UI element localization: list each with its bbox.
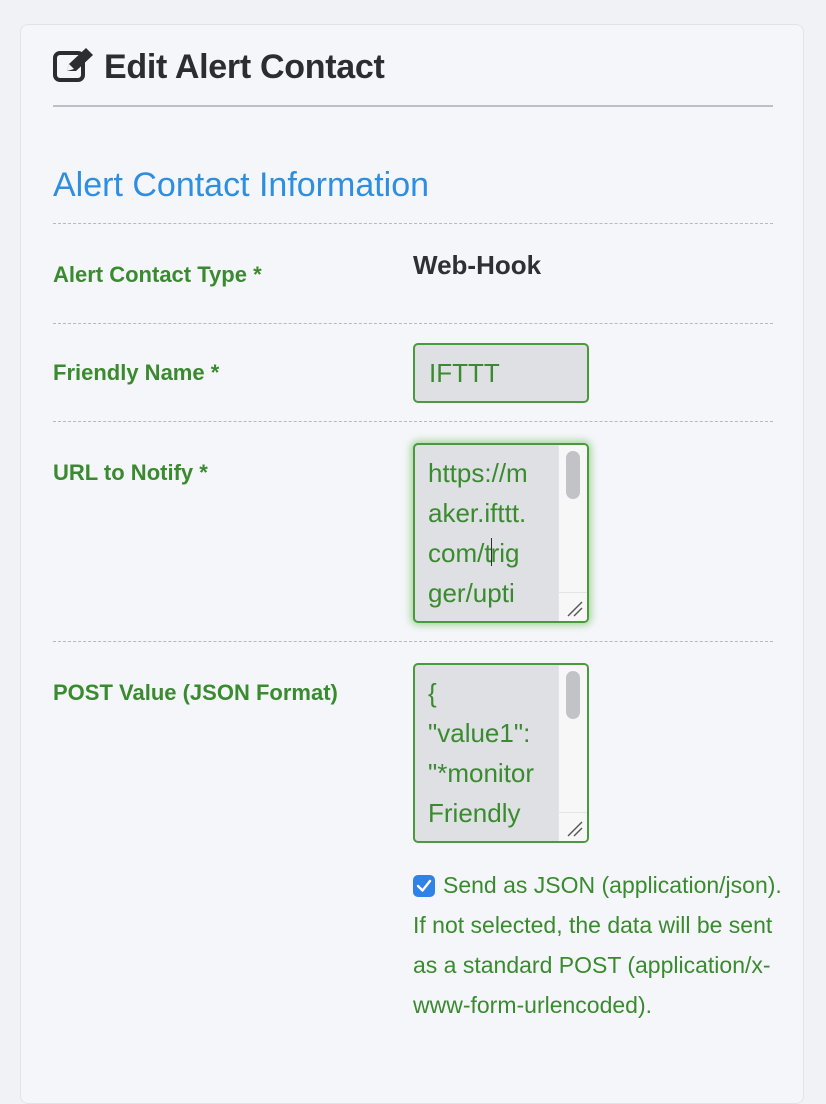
send-as-json-option: Send as JSON (application/json). If not …	[413, 865, 785, 1025]
page-title: Edit Alert Contact	[104, 48, 385, 86]
alert-contact-type-label: Alert Contact Type *	[53, 262, 262, 287]
resize-handle[interactable]	[559, 812, 587, 841]
scrollbar-thumb[interactable]	[566, 671, 580, 719]
resize-handle[interactable]	[559, 592, 587, 621]
send-as-json-label: Send as JSON (application/json). If not …	[413, 872, 782, 1018]
url-line-with-caret: com/trig	[428, 538, 520, 568]
section-title: Alert Contact Information	[53, 166, 430, 204]
post-value-line: Friendly	[428, 798, 521, 828]
edit-icon	[53, 47, 97, 83]
post-value-line: {	[428, 678, 437, 708]
url-line: https://m	[428, 458, 528, 488]
divider	[53, 421, 773, 422]
url-line: aker.ifttt.	[428, 498, 527, 528]
post-value-textarea[interactable]: { "value1": "*monitor Friendly	[413, 663, 589, 843]
check-icon	[416, 879, 432, 892]
alert-contact-type-value: Web-Hook	[413, 250, 542, 280]
friendly-name-label: Friendly Name *	[53, 360, 220, 385]
post-value-line: "value1":	[428, 718, 531, 748]
edit-alert-contact-panel: Edit Alert Contact Alert Contact Informa…	[20, 24, 804, 1104]
send-as-json-checkbox[interactable]	[413, 875, 435, 897]
post-value-text: { "value1": "*monitor Friendly	[428, 673, 558, 833]
divider	[53, 323, 773, 324]
friendly-name-input[interactable]: IFTTT	[413, 343, 589, 403]
url-to-notify-textarea[interactable]: https://m aker.ifttt. com/trig ger/upti	[413, 443, 589, 623]
divider	[53, 641, 773, 642]
url-to-notify-label: URL to Notify *	[53, 460, 208, 485]
panel-header: Edit Alert Contact	[53, 47, 773, 107]
divider	[53, 223, 773, 224]
url-text: https://m aker.ifttt. com/trig ger/upti	[428, 453, 558, 613]
scrollbar-thumb[interactable]	[566, 451, 580, 499]
url-line: ger/upti	[428, 578, 515, 608]
post-value-label: POST Value (JSON Format)	[53, 680, 338, 705]
post-value-line: "*monitor	[428, 758, 535, 788]
